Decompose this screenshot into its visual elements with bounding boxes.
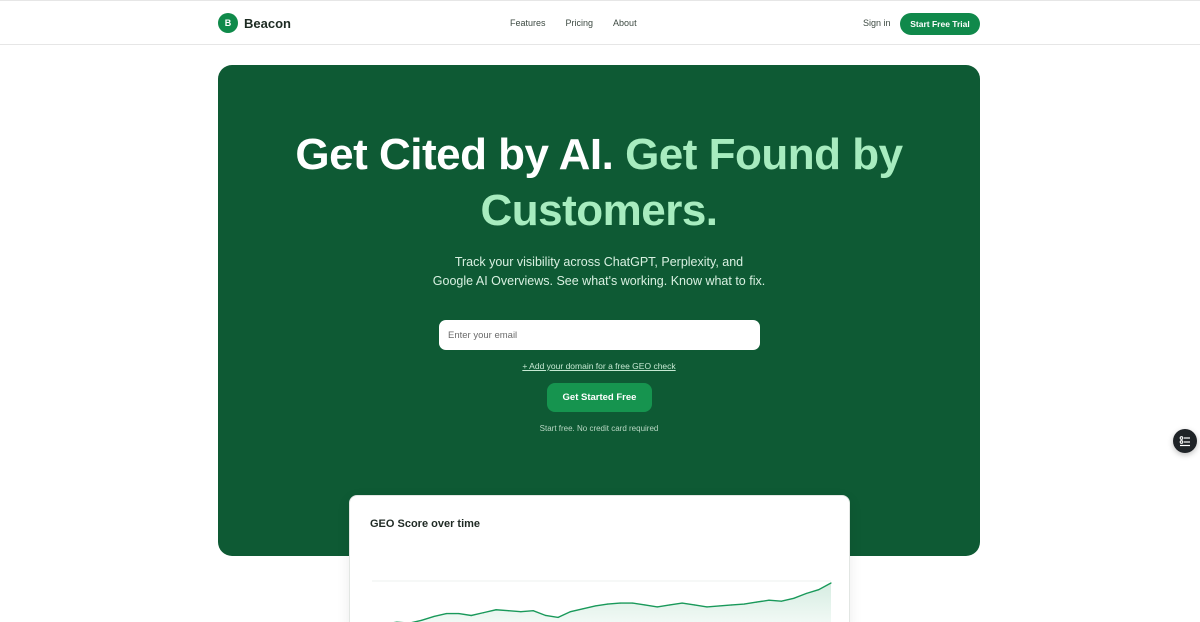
no-credit-card-note: Start free. No credit card required	[539, 424, 659, 433]
headline-primary: Get Cited by AI.	[295, 130, 614, 179]
subtitle-line-2: Google AI Overviews. See what's working.…	[432, 274, 766, 288]
geo-score-point	[743, 603, 745, 605]
geo-score-point	[793, 597, 795, 599]
geo-score-point	[631, 602, 634, 604]
geo-score-point	[594, 605, 596, 607]
geo-score-point	[582, 608, 584, 610]
geo-score-point	[495, 609, 497, 611]
geo-score-point	[507, 610, 510, 612]
brand-mark-icon: B	[218, 13, 238, 33]
get-started-button[interactable]: Get Started Free	[547, 383, 652, 412]
hero-subtitle: Track your visibility across ChatGPT, Pe…	[218, 253, 980, 291]
main-nav: Features Pricing About	[510, 18, 637, 28]
geo-score-area	[414, 583, 831, 622]
geo-score-point	[433, 615, 435, 618]
geo-score-point	[731, 604, 733, 606]
hero-section: Get Cited by AI. Get Found by Customers.…	[218, 65, 980, 556]
geo-score-point	[718, 605, 720, 607]
geo-score-point	[520, 611, 522, 613]
geo-score-point	[805, 592, 807, 595]
geo-score-chart	[372, 580, 832, 622]
sign-in-link[interactable]: Sign in	[863, 18, 891, 28]
start-free-trial-button[interactable]: Start Free Trial	[900, 13, 980, 35]
top-navbar: B Beacon Features Pricing About Sign in …	[0, 0, 1200, 45]
subtitle-line-1: Track your visibility across ChatGPT, Pe…	[454, 255, 744, 269]
geo-score-point	[532, 610, 534, 612]
add-domain-link[interactable]: + Add your domain for a free GEO check	[218, 361, 980, 371]
geo-score-point	[607, 603, 609, 605]
geo-score-point	[421, 619, 423, 621]
geo-score-point	[483, 612, 485, 614]
geo-score-point	[706, 606, 708, 608]
geo-score-point	[817, 589, 820, 591]
geo-score-point	[768, 599, 770, 601]
hero-headline: Get Cited by AI. Get Found by Customers.	[218, 127, 980, 239]
geo-score-point	[458, 612, 460, 615]
geo-score-point	[693, 604, 696, 606]
brand-name: Beacon	[244, 15, 291, 31]
geo-score-point	[445, 612, 448, 615]
geo-score-chart-card: GEO Score over time	[349, 495, 850, 622]
geo-score-point	[644, 604, 646, 606]
email-input[interactable]	[439, 320, 760, 350]
geo-score-point	[681, 602, 683, 604]
geo-score-point	[669, 604, 671, 606]
list-check-icon	[1179, 436, 1190, 447]
geo-score-point	[619, 602, 621, 604]
brand-logo[interactable]: B Beacon	[218, 13, 291, 33]
geo-score-point	[780, 600, 782, 602]
nav-link-features[interactable]: Features	[510, 18, 546, 28]
floating-widget-button[interactable]	[1173, 429, 1197, 453]
geo-score-point	[557, 616, 559, 618]
geo-score-point	[755, 601, 758, 603]
geo-score-point	[470, 614, 472, 617]
geo-score-point	[656, 606, 658, 608]
nav-link-about[interactable]: About	[613, 18, 637, 28]
geo-score-point	[569, 611, 572, 613]
nav-link-pricing[interactable]: Pricing	[566, 18, 594, 28]
geo-score-point	[545, 614, 547, 617]
geo-score-point	[830, 582, 832, 584]
